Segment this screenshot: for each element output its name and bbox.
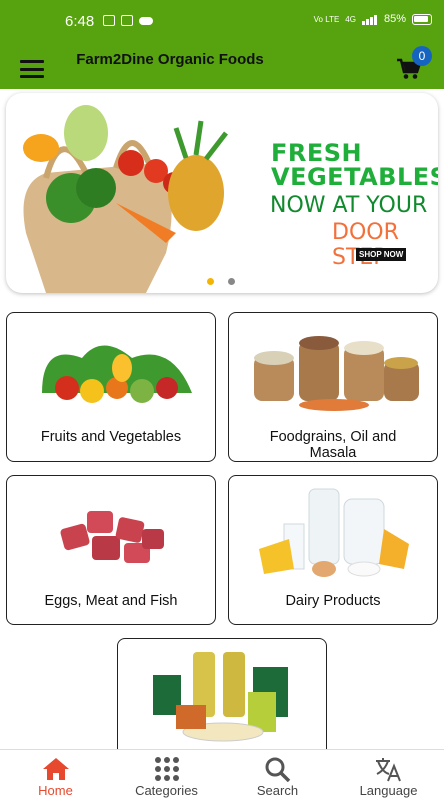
home-icon xyxy=(43,758,69,780)
packaged-foods-image xyxy=(153,652,288,742)
category-label: Dairy Products xyxy=(285,593,381,609)
cast-icon xyxy=(103,15,115,26)
translate-icon xyxy=(376,758,401,782)
nav-home-label: Home xyxy=(38,783,73,798)
cloud-icon xyxy=(139,17,153,25)
banner-headline: FRESH VEGETABLES xyxy=(271,141,438,189)
status-right: Vo LTE 4G 85% xyxy=(314,13,432,25)
notification-icons xyxy=(103,15,153,26)
nav-language[interactable]: Language xyxy=(333,750,444,801)
menu-icon[interactable] xyxy=(20,60,44,78)
battery-icon xyxy=(412,13,432,25)
category-eggs-meat-fish[interactable]: Eggs, Meat and Fish xyxy=(6,475,216,625)
app-bar: Farm2Dine Organic Foods 0 xyxy=(0,44,444,89)
nav-categories[interactable]: Categories xyxy=(111,750,222,801)
network-label: Vo LTE xyxy=(313,14,340,24)
nav-categories-label: Categories xyxy=(135,783,198,798)
carousel-dot-2[interactable] xyxy=(228,278,235,285)
bottom-navigation: Home Categories Search Language xyxy=(0,749,444,800)
category-foodgrains-oil-masala[interactable]: Foodgrains, Oil and Masala xyxy=(228,312,438,462)
category-label: Fruits and Vegetables xyxy=(40,429,182,445)
nav-language-label: Language xyxy=(359,783,418,798)
grid-icon xyxy=(155,757,179,781)
status-bar: 6:48 Vo LTE 4G 85% xyxy=(0,0,444,44)
search-icon xyxy=(265,757,291,782)
app-notification-icon xyxy=(121,15,133,26)
shop-now-button[interactable]: SHOP NOW xyxy=(356,248,407,261)
nav-search-label: Search xyxy=(256,783,299,798)
category-label: Eggs, Meat and Fish xyxy=(44,593,178,609)
dairy-image xyxy=(259,488,409,577)
category-fruits-vegetables[interactable]: Fruits and Vegetables xyxy=(6,312,216,462)
carousel-dot-1[interactable] xyxy=(207,278,214,285)
foodgrains-image xyxy=(254,336,419,411)
promo-banner[interactable]: FRESH VEGETABLES NOW AT YOUR DOOR STEP S… xyxy=(6,93,438,293)
status-time: 6:48 xyxy=(65,13,95,30)
banner-line3: NOW AT YOUR xyxy=(270,193,428,218)
network-type: 4G xyxy=(345,14,356,24)
signal-icon xyxy=(361,13,378,25)
fruits-vegetables-image xyxy=(42,345,192,403)
nav-search[interactable]: Search xyxy=(222,750,333,801)
banner-line4: DOOR STEP xyxy=(332,220,399,270)
battery-percent: 85% xyxy=(383,13,406,25)
meat-image xyxy=(60,511,164,563)
category-label: Foodgrains, Oil and Masala xyxy=(269,429,397,461)
vegetable-bag-image xyxy=(23,105,228,293)
banner-line2: VEGETABLES xyxy=(271,163,438,191)
carousel-indicator xyxy=(207,278,235,285)
nav-home[interactable]: Home xyxy=(0,750,111,801)
app-title: Farm2Dine Organic Foods xyxy=(76,51,264,68)
cart-count-badge: 0 xyxy=(412,46,432,66)
banner-line1: FRESH xyxy=(271,139,363,167)
category-dairy-products[interactable]: Dairy Products xyxy=(228,475,438,625)
